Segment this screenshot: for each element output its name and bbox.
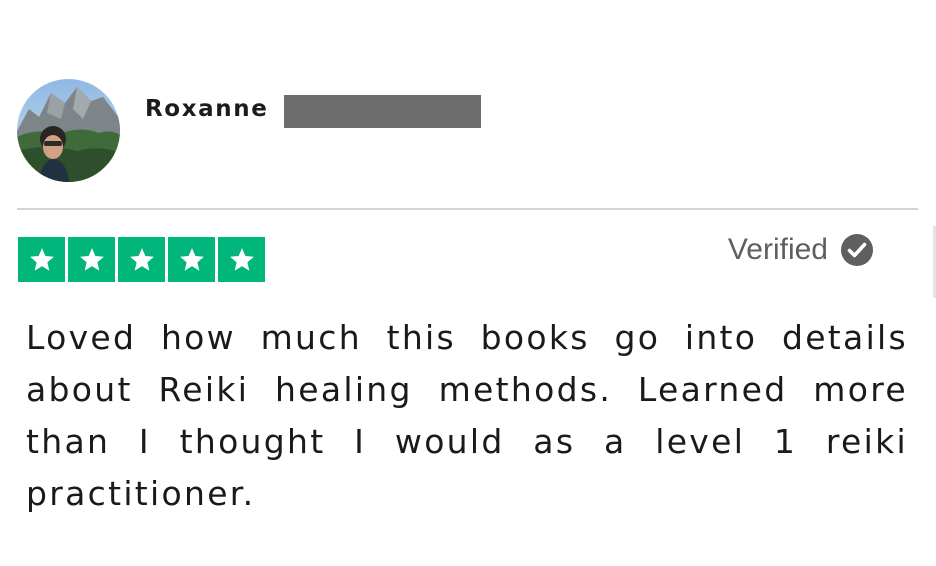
star-icon [218, 237, 265, 282]
reviewer-name[interactable]: Roxanne [145, 96, 268, 122]
avatar-photo [17, 79, 120, 182]
star-icon [118, 237, 165, 282]
review-text: Loved how much this books go into detail… [26, 318, 908, 513]
star-icon [18, 237, 65, 282]
redacted-surname [284, 95, 481, 128]
divider [17, 208, 918, 210]
verified-label: Verified [727, 233, 828, 266]
checkmark-circle-icon [841, 234, 873, 266]
reviewer-avatar [17, 79, 120, 182]
star-rating [18, 237, 265, 282]
verified-indicator[interactable]: Verified [728, 233, 874, 267]
star-icon [68, 237, 115, 282]
star-icon [168, 237, 215, 282]
